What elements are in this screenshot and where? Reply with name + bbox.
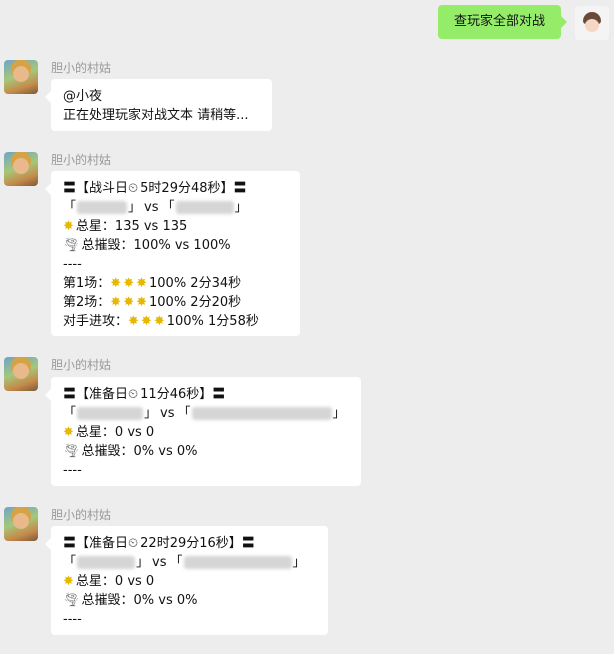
- separator: ----: [63, 257, 82, 272]
- total-stars-line: ✸ 总星： 0 vs 0: [63, 425, 155, 440]
- star-burst-icon: ✸: [136, 276, 147, 291]
- redacted-clan-name: [183, 556, 292, 569]
- star-burst-icon: ✸: [136, 295, 147, 310]
- round-line: 对手进攻： ✸ ✸ ✸ 100% 1分58秒: [63, 314, 259, 329]
- star-burst-icon: ✸: [123, 295, 135, 310]
- star-burst-icon: ✸: [153, 314, 165, 329]
- tornado-icon: 🌪: [63, 593, 80, 608]
- star-burst-icon: ✸: [128, 314, 139, 329]
- total-stars-line: ✸ 总星： 0 vs 0: [63, 574, 155, 589]
- redacted-clan-name: [77, 201, 128, 214]
- clan-vs-line: 「」 vs 「」: [63, 406, 346, 421]
- star-burst-icon: ✸: [140, 314, 152, 329]
- war-header: 〓【准备日 ⏲ 22时29分16秒 】〓: [63, 536, 255, 551]
- round-line: 第1场： ✸ ✸ ✸ 100% 2分34秒: [63, 276, 242, 291]
- bot-avatar[interactable]: [4, 60, 38, 94]
- war-header: 〓【准备日 ⏲ 11分46秒 】〓: [63, 387, 226, 402]
- message-line: 正在处理玩家对战文本 请稍等...: [63, 108, 249, 123]
- total-stars-line: ✸ 总星： 135 vs 135: [63, 219, 188, 234]
- redacted-clan-name: [77, 556, 136, 569]
- tornado-icon: 🌪: [63, 444, 80, 459]
- message-bubble-prep-day: 〓【准备日 ⏲ 11分46秒 】〓 「」 vs 「」 ✸ 总星： 0 vs 0 …: [45, 377, 361, 486]
- alarm-clock-icon: ⏲: [128, 387, 139, 402]
- sender-name: 胆小的村姑: [51, 358, 112, 372]
- sender-name: 胆小的村姑: [51, 61, 112, 75]
- sender-name: 胆小的村姑: [51, 153, 112, 167]
- redacted-clan-name: [191, 407, 332, 420]
- bot-avatar[interactable]: [4, 152, 38, 186]
- separator: ----: [63, 612, 82, 627]
- message-bubble-processing: @小夜 正在处理玩家对战文本 请稍等...: [45, 79, 272, 131]
- star-burst-icon: ✸: [110, 295, 122, 310]
- sender-name: 胆小的村姑: [51, 508, 112, 522]
- bot-avatar[interactable]: [4, 507, 38, 541]
- redacted-clan-name: [77, 407, 144, 420]
- redacted-clan-name: [175, 201, 234, 214]
- user-avatar[interactable]: [575, 6, 609, 40]
- star-burst-icon: ✸: [63, 574, 74, 589]
- destruction-line: 🌪 总摧毁： 100% vs 100%: [63, 238, 231, 253]
- star-burst-icon: ✸: [63, 425, 74, 440]
- message-bubble-battle-day: 〓【战斗日 ⏲ 5时29分48秒 】〓 「」 vs 「」 ✸ 总星： 135 v…: [45, 171, 300, 336]
- separator: ----: [63, 463, 82, 478]
- war-header: 〓【战斗日 ⏲ 5时29分48秒 】〓: [63, 181, 247, 196]
- user-message-bubble: 查玩家全部对战: [438, 5, 567, 39]
- star-burst-icon: ✸: [63, 219, 74, 234]
- star-burst-icon: ✸: [110, 276, 122, 291]
- bot-avatar[interactable]: [4, 357, 38, 391]
- alarm-clock-icon: ⏲: [128, 181, 139, 196]
- clan-vs-line: 「」 vs 「」: [63, 200, 248, 215]
- user-message-text: 查玩家全部对战: [453, 14, 545, 29]
- round-line: 第2场： ✸ ✸ ✸ 100% 2分20秒: [63, 295, 242, 310]
- message-line: @小夜: [63, 89, 103, 104]
- tornado-icon: 🌪: [63, 238, 80, 253]
- clan-vs-line: 「」 vs 「」: [63, 555, 306, 570]
- destruction-line: 🌪 总摧毁： 0% vs 0%: [63, 444, 198, 459]
- message-bubble-prep-day: 〓【准备日 ⏲ 22时29分16秒 】〓 「」 vs 「」 ✸ 总星： 0 vs…: [45, 526, 328, 635]
- destruction-line: 🌪 总摧毁： 0% vs 0%: [63, 593, 198, 608]
- alarm-clock-icon: ⏲: [128, 536, 139, 551]
- star-burst-icon: ✸: [123, 276, 135, 291]
